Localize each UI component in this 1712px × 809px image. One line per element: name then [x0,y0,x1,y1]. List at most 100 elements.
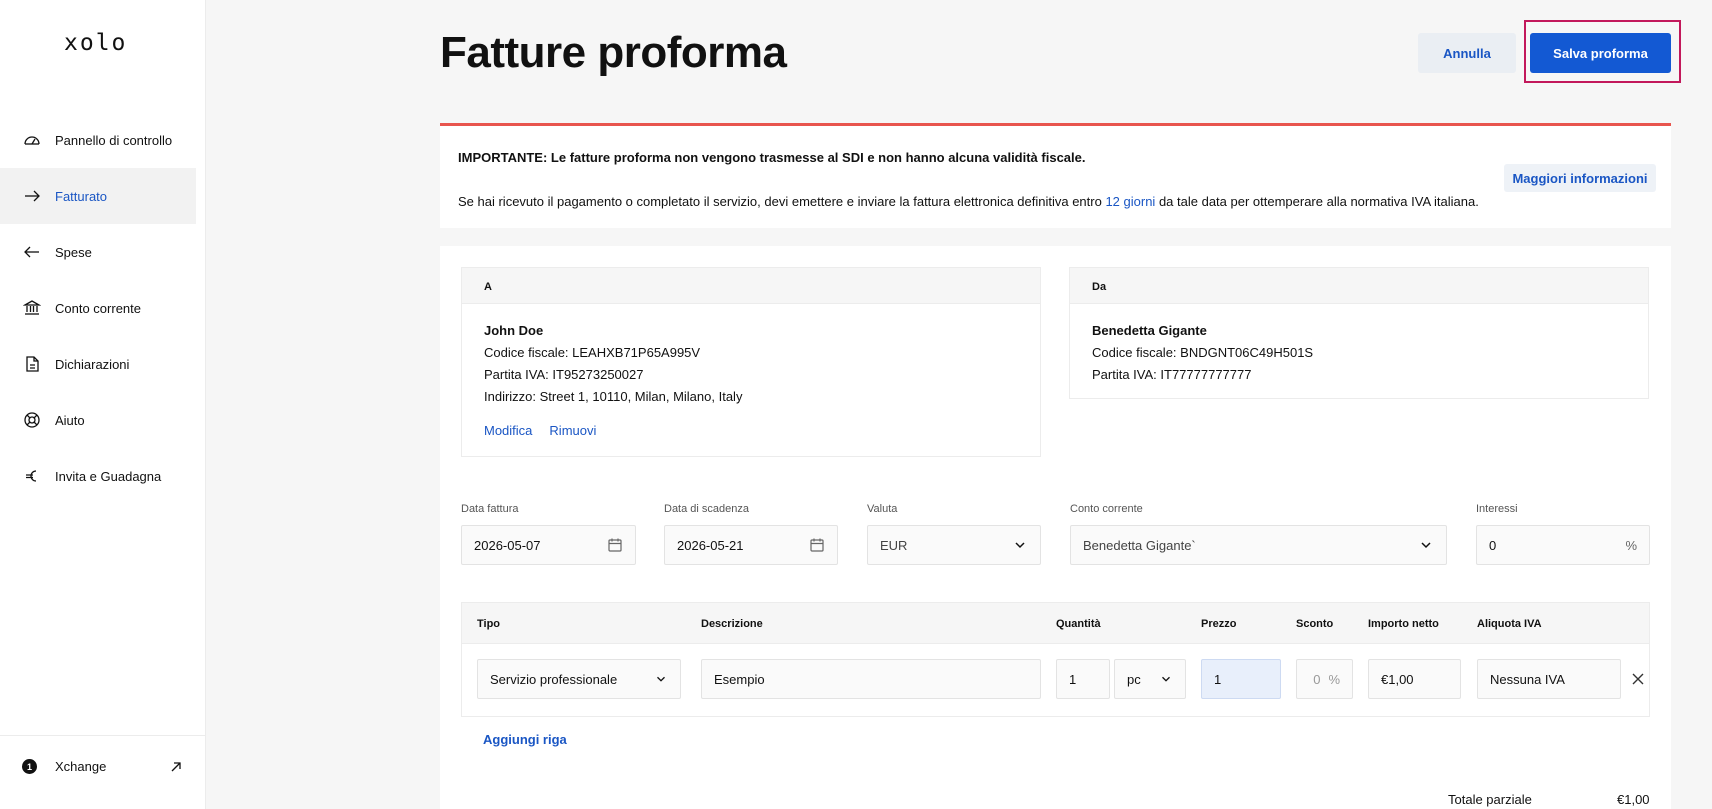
chevron-down-icon [1421,542,1431,549]
sidebar-item-invita[interactable]: Invita e Guadagna [0,448,196,504]
header-description: Descrizione [701,618,763,630]
header-price: Prezzo [1201,618,1237,630]
interest-label: Interessi [1476,503,1518,515]
arrow-left-icon [23,243,41,261]
item-unit-value: pc [1127,671,1141,687]
account-select[interactable]: Benedetta Gigante` [1070,525,1447,565]
subtotal-label: Totale parziale [1448,792,1532,807]
sidebar-item-fatturato[interactable]: Fatturato [0,168,196,224]
notice-text-end: da tale data per ottemperare alla normat… [1155,194,1479,209]
chevron-down-icon [657,676,665,682]
recipient-vat: Partita IVA: IT95273250027 [484,367,644,382]
line-items-table: Tipo Descrizione Quantità Prezzo Sconto … [461,602,1650,717]
sender-card: Da Benedetta Gigante Codice fiscale: BND… [1069,267,1649,399]
header-quantity: Quantità [1056,618,1101,630]
cancel-button[interactable]: Annulla [1418,33,1516,73]
xchange-label: Xchange [55,759,107,774]
remove-recipient-link[interactable]: Rimuovi [549,423,596,438]
chevron-down-icon [1015,542,1025,549]
currency-label: Valuta [867,503,898,515]
subtotal-value: €1,00 [1617,792,1650,807]
important-notice: IMPORTANTE: Le fatture proforma non veng… [440,123,1671,228]
item-quantity-value: 1 [1069,671,1077,687]
item-net-value: €1,00 [1381,671,1414,687]
arrow-right-icon [23,187,41,205]
sidebar-item-aiuto[interactable]: Aiuto [0,392,196,448]
notice-text-start: Se hai ricevuto il pagamento o completat… [458,194,1106,209]
due-date-value: 2026-05-21 [677,537,744,553]
notice-body: Se hai ricevuto il pagamento o completat… [458,194,1479,209]
close-icon[interactable] [1629,670,1647,688]
item-type-select[interactable]: Servizio professionale [477,659,681,699]
discount-percent-unit: % [1328,671,1340,687]
edit-recipient-link[interactable]: Modifica [484,423,532,438]
sidebar-item-spese[interactable]: Spese [0,224,196,280]
item-price-input[interactable]: 1 [1201,659,1281,699]
invoice-form: A John Doe Codice fiscale: LEAHXB71P65A9… [440,246,1671,809]
gauge-icon [23,131,41,149]
item-price-value: 1 [1214,671,1222,687]
sender-heading: Da [1070,268,1648,304]
item-vat-select[interactable]: Nessuna IVA [1477,659,1621,699]
currency-select[interactable]: EUR [867,525,1041,565]
recipient-heading: A [462,268,1040,304]
chevron-down-icon [1162,676,1170,682]
sidebar: xolo Pannello di controllo Fatturato Spe… [0,0,206,809]
external-link-icon [171,761,181,771]
header-vat: Aliquota IVA [1477,618,1542,630]
sidebar-item-pannello[interactable]: Pannello di controllo [0,112,196,168]
recipient-fiscal-code: Codice fiscale: LEAHXB71P65A995V [484,345,701,360]
recipient-card: A John Doe Codice fiscale: LEAHXB71P65A9… [461,267,1041,457]
logo[interactable]: xolo [64,30,127,56]
invoice-date-label: Data fattura [461,503,519,515]
invoice-date-value: 2026-05-07 [474,537,541,553]
xchange-link[interactable]: 1 Xchange [0,735,206,797]
calendar-icon[interactable] [809,537,825,553]
more-info-button[interactable]: Maggiori informazioni [1504,164,1656,192]
account-label: Conto corrente [1070,503,1143,515]
lifebuoy-icon [23,411,41,429]
item-description-value: Esempio [714,671,765,687]
item-type-value: Servizio professionale [490,671,618,687]
sender-vat: Partita IVA: IT77777777777 [1092,367,1252,382]
invoice-date-input[interactable]: 2026-05-07 [461,525,636,565]
item-unit-select[interactable]: pc [1114,659,1186,699]
item-quantity-input[interactable]: 1 [1056,659,1110,699]
notice-days-link[interactable]: 12 giorni [1105,194,1155,209]
save-proforma-button[interactable]: Salva proforma [1530,33,1671,73]
item-vat-value: Nessuna IVA [1490,671,1565,687]
sidebar-item-label: Spese [55,244,92,260]
notice-title: IMPORTANTE: Le fatture proforma non veng… [458,150,1086,165]
euro-icon [23,467,41,485]
sidebar-item-conto-corrente[interactable]: Conto corrente [0,280,196,336]
document-icon [23,355,41,373]
item-discount-value: 0 [1313,671,1321,687]
sidebar-item-label: Pannello di controllo [55,132,173,148]
sidebar-item-label: Fatturato [55,188,108,204]
sidebar-item-dichiarazioni[interactable]: Dichiarazioni [0,336,196,392]
calendar-icon[interactable] [607,537,623,553]
sidebar-item-label: Aiuto [55,412,85,428]
item-discount-input[interactable]: 0 % [1296,659,1353,699]
page-title: Fatture proforma [440,28,787,77]
interest-value: 0 [1489,537,1497,553]
notification-badge: 1 [22,759,37,774]
interest-input[interactable]: 0 % [1476,525,1650,565]
recipient-address: Indirizzo: Street 1, 10110, Milan, Milan… [484,389,743,404]
header-discount: Sconto [1296,618,1334,630]
sidebar-item-label: Invita e Guadagna [55,468,162,484]
item-description-input[interactable]: Esempio [701,659,1041,699]
sender-name: Benedetta Gigante [1092,323,1207,338]
sidebar-item-label: Conto corrente [55,300,141,316]
header-type: Tipo [477,618,501,630]
account-value: Benedetta Gigante` [1083,537,1196,553]
item-net-amount: €1,00 [1368,659,1461,699]
due-date-input[interactable]: 2026-05-21 [664,525,838,565]
table-header: Tipo Descrizione Quantità Prezzo Sconto … [462,603,1649,644]
currency-value: EUR [880,537,908,553]
sidebar-item-label: Dichiarazioni [55,356,130,372]
add-row-button[interactable]: Aggiungi riga [483,732,567,747]
due-date-label: Data di scadenza [664,503,749,515]
header-net: Importo netto [1368,618,1439,630]
recipient-name: John Doe [484,323,544,338]
